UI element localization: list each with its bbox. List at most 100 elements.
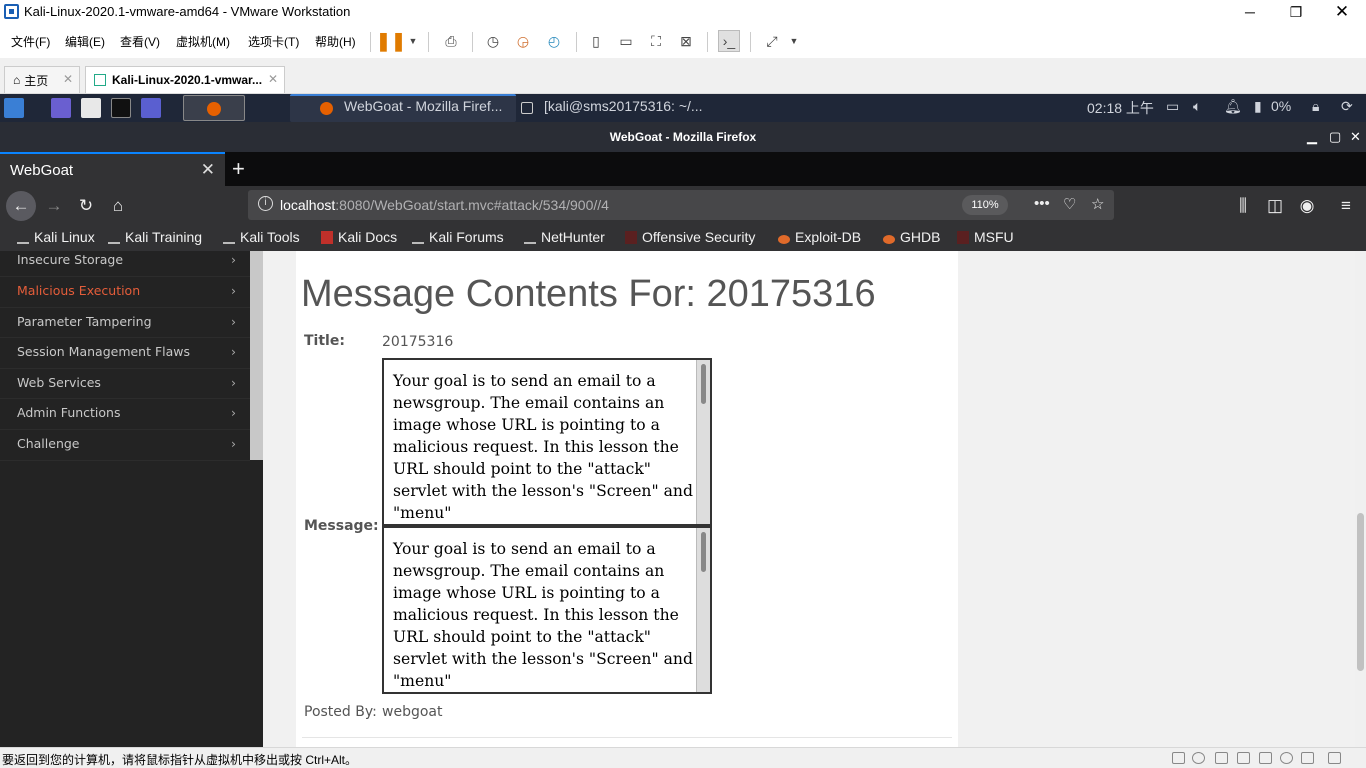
display-icon[interactable]: ▭ [1166, 98, 1179, 115]
hard-disk-icon[interactable] [1172, 752, 1185, 764]
pause-dropdown-icon[interactable]: ▼ [402, 30, 424, 52]
snapshot-manager-icon[interactable]: ◴ [543, 30, 565, 52]
menu-vm[interactable]: 虚拟机(M) [176, 33, 230, 50]
page-scrollbar[interactable] [1355, 251, 1366, 747]
unity-icon[interactable]: ⊠ [675, 30, 697, 52]
forward-button[interactable]: → [40, 192, 68, 220]
menu-file[interactable]: 文件(F) [11, 33, 50, 50]
usb-icon[interactable] [1259, 752, 1272, 764]
firefox-window-title: WebGoat - Mozilla Firefox [609, 130, 757, 144]
bookmark-label: Kali Forums [429, 229, 504, 245]
ff-minimize-button[interactable]: ▁ [1307, 129, 1317, 145]
snapshot-icon[interactable]: ◷ [482, 30, 504, 52]
task-terminal-label[interactable]: [kali@sms20175316: ~/... [544, 98, 703, 114]
revert-snapshot-icon[interactable]: ◶ [512, 30, 534, 52]
window-title: Kali-Linux-2020.1-vmware-amd64 - VMware … [24, 4, 351, 19]
stretch-dropdown-icon[interactable]: ▼ [783, 30, 805, 52]
menu-icon[interactable]: ≡ [1332, 192, 1360, 220]
kali-panel: WebGoat - Mozilla Firef... [kali@sms2017… [0, 94, 1366, 122]
lock-icon[interactable]: 🔒︎ [1312, 98, 1319, 115]
bookmark-kali-forums[interactable]: Kali Forums [412, 229, 504, 245]
page-actions-icon[interactable]: ••• [1034, 195, 1050, 212]
account-icon[interactable]: ◉ [1293, 192, 1321, 220]
sound-icon[interactable] [1237, 752, 1250, 764]
scrollbar-thumb[interactable] [1357, 513, 1364, 671]
bookmark-exploit-db[interactable]: Exploit-DB [778, 229, 861, 245]
sidebar-item-parameter-tampering[interactable]: Parameter Tampering › [0, 308, 250, 339]
kali-menu-icon[interactable] [4, 98, 24, 118]
fullscreen-icon[interactable]: ⛶ [645, 30, 667, 52]
sidebar-item-web-services[interactable]: Web Services › [0, 369, 250, 400]
sidebar-scrollbar[interactable] [250, 251, 263, 460]
restore-button[interactable]: ❐ [1273, 0, 1319, 24]
bookmark-kali-training[interactable]: Kali Training [108, 229, 202, 245]
send-ctrl-alt-del-icon[interactable]: ⎙ [440, 30, 462, 52]
cd-rom-icon[interactable] [1192, 752, 1205, 764]
message-scrollbar[interactable] [696, 528, 710, 692]
message-body-frame[interactable]: Your goal is to send an email to a newsg… [382, 526, 712, 694]
sidebar-item-admin-functions[interactable]: Admin Functions › [0, 399, 250, 430]
back-button[interactable]: ← [6, 191, 36, 221]
kali-icon [223, 231, 235, 244]
bookmark-ghdb[interactable]: GHDB [883, 229, 940, 245]
message-log-icon[interactable] [1328, 752, 1341, 764]
sidebar-item-malicious-execution[interactable]: Malicious Execution › [0, 277, 250, 308]
bookmark-kali-docs[interactable]: Kali Docs [321, 229, 397, 245]
close-tab-icon[interactable]: ✕ [201, 160, 215, 180]
sidebar-item-session-management[interactable]: Session Management Flaws › [0, 338, 250, 369]
reload-button[interactable]: ↻ [72, 192, 100, 220]
network-icon[interactable] [1215, 752, 1228, 764]
bookmark-kali-linux[interactable]: Kali Linux [17, 229, 95, 245]
menu-tabs[interactable]: 选项卡(T) [248, 33, 299, 50]
minimize-button[interactable]: ─ [1227, 0, 1273, 24]
message-body-frame[interactable]: Your goal is to send an email to a newsg… [382, 358, 712, 526]
close-button[interactable]: ✕ [1319, 0, 1365, 24]
close-tab-icon[interactable]: ✕ [268, 72, 278, 86]
menu-edit[interactable]: 编辑(E) [65, 33, 105, 50]
sidebar-item-insecure-storage[interactable]: Insecure Storage › [0, 251, 250, 277]
message-scrollbar[interactable] [696, 360, 710, 524]
sidebar-view-icon[interactable]: ▯ [585, 30, 607, 52]
console-view-icon[interactable]: ▭ [615, 30, 637, 52]
stretch-guest-icon[interactable]: ⤢ [761, 30, 783, 52]
menu-help[interactable]: 帮助(H) [315, 33, 356, 50]
site-info-icon[interactable]: i [258, 196, 273, 211]
bookmark-msfu[interactable]: MSFU [957, 229, 1014, 245]
ff-maximize-button[interactable]: ▢ [1329, 129, 1341, 145]
library-icon[interactable]: ⫼ [1229, 192, 1257, 220]
bookmark-star-icon[interactable]: ☆ [1091, 195, 1104, 213]
message-body-text: Your goal is to send an email to a newsg… [393, 540, 693, 690]
volume-icon[interactable]: 🔈︎ [1193, 98, 1201, 115]
ff-close-button[interactable]: ✕ [1350, 129, 1361, 145]
terminal-icon[interactable] [111, 98, 131, 118]
url-text[interactable]: localhost:8080/WebGoat/start.mvc#attack/… [280, 197, 609, 213]
clock[interactable]: 02:18 上午 [1087, 98, 1154, 118]
sidebar-item-challenge[interactable]: Challenge › [0, 430, 250, 461]
vmware-status-bar: 要返回到您的计算机，请将鼠标指针从虚拟机中移出或按 Ctrl+Alt。 [0, 747, 1366, 768]
close-tab-icon[interactable]: ✕ [63, 72, 73, 86]
tab-vm[interactable]: Kali-Linux-2020.1-vmwar... ✕ [85, 66, 285, 93]
bookmark-kali-tools[interactable]: Kali Tools [223, 229, 300, 245]
sidebars-icon[interactable]: ◫ [1261, 192, 1289, 220]
file-manager-icon[interactable] [81, 98, 101, 118]
url-bar[interactable]: i localhost:8080/WebGoat/start.mvc#attac… [248, 190, 1114, 220]
tab-home[interactable]: ⌂ 主页 ✕ [4, 66, 80, 93]
kali-icon [108, 231, 120, 244]
console-icon[interactable]: ›_ [718, 30, 740, 52]
menu-view[interactable]: 查看(V) [120, 33, 160, 50]
pause-icon[interactable]: ❚❚ [376, 30, 406, 52]
pocket-icon[interactable]: ♡ [1063, 195, 1076, 213]
new-tab-button[interactable]: + [232, 156, 245, 182]
notification-icon[interactable]: 🔔︎ [1224, 98, 1242, 115]
tab-webgoat[interactable]: WebGoat ✕ [0, 152, 225, 186]
home-button[interactable]: ⌂ [104, 192, 132, 220]
bookmark-nethunter[interactable]: NetHunter [524, 229, 605, 245]
display-icon[interactable] [1301, 752, 1314, 764]
bookmark-offensive-security[interactable]: Offensive Security [625, 229, 755, 245]
show-desktop-icon[interactable] [51, 98, 71, 118]
printer-icon[interactable] [1280, 752, 1293, 764]
power-icon[interactable]: ⟳ [1341, 98, 1353, 115]
vmware-logo-icon [4, 4, 19, 19]
screen-recorder-icon[interactable] [141, 98, 161, 118]
zoom-indicator[interactable]: 110% [962, 195, 1008, 215]
